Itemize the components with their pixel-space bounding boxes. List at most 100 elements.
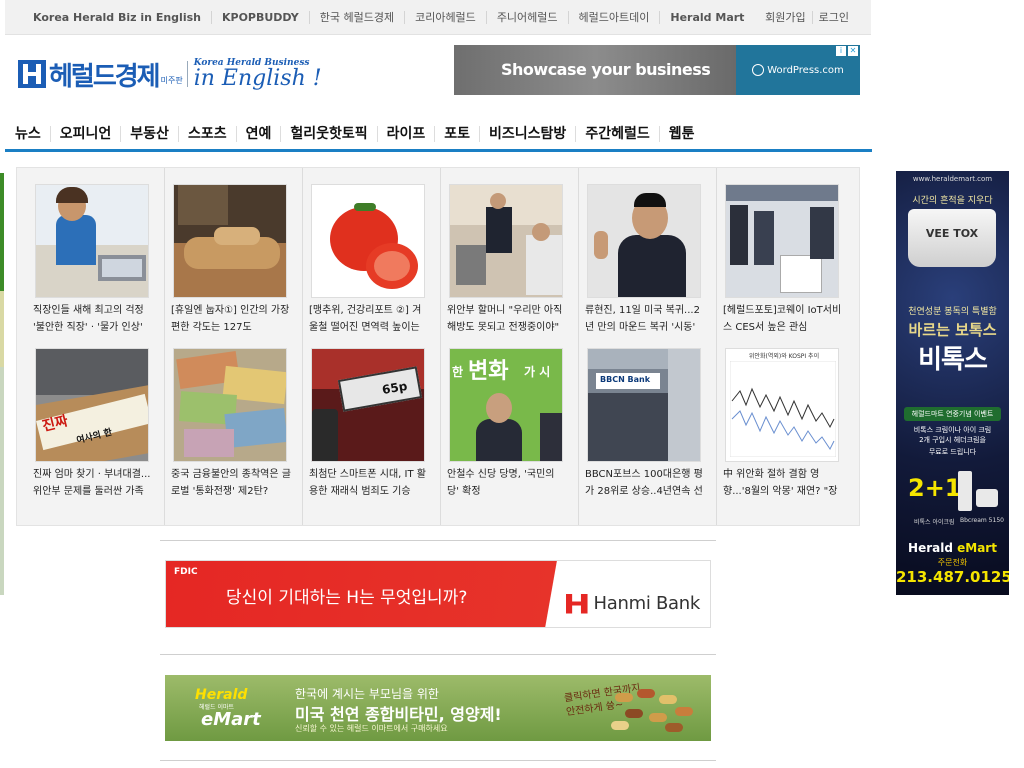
top-link-junior-herald[interactable]: 주니어헤럴드 — [487, 11, 569, 24]
news-item[interactable]: 중국 금융불안의 종착역은 글로벌 '통화전쟁' 제2탄? — [155, 332, 293, 502]
top-ad-brand: WordPress.com — [767, 64, 844, 76]
news-thumbnail[interactable]: 65p — [311, 348, 425, 462]
news-thumbnail[interactable] — [173, 184, 287, 298]
top-ad-photo: Showcase your business — [454, 45, 736, 95]
nav-item-opinion[interactable]: 오피니언 — [51, 125, 122, 142]
top-link-kpopbuddy[interactable]: KPOPBUDDY — [212, 11, 310, 24]
news-item[interactable]: 진짜 여사의 한 진짜 엄마 찾기 · 부녀대결... 위안부 문제를 둘러싼 … — [17, 332, 155, 502]
side-ad-phone: 213.487.0125 — [896, 568, 1009, 586]
page: Korea Herald Biz in English KPOPBUDDY 한국… — [0, 0, 1024, 768]
news-caption[interactable]: 최첨단 스마트폰 시대, IT 활용한 재래식 범죄도 기승 — [309, 466, 429, 500]
hanmi-h-icon — [565, 593, 588, 614]
side-ad-url: www.heraldemart.com — [912, 175, 993, 183]
nav-item-life[interactable]: 라이프 — [378, 125, 436, 142]
news-item[interactable]: 위안화(역외)와 KOSPI 추이 中 위안화 절하 결함 영향...'8월의 … — [707, 332, 845, 502]
site-logo[interactable]: 헤럴드경제 미주판 Korea Herald Business in Engli… — [18, 58, 322, 92]
hanmi-logo: Hanmi Bank — [565, 593, 701, 614]
logo-korean-name: 헤럴드경제 — [49, 61, 161, 92]
nav-item-photo[interactable]: 포토 — [435, 125, 481, 142]
side-ad-product: VEE TOX — [925, 227, 979, 240]
side-ad-tagline: 시간의 흔적을 지우다 — [912, 196, 993, 206]
news-item[interactable]: [휴일엔 눕자①] 인간의 가장 편한 각도는 127도 — [155, 168, 293, 338]
auth-links: 회원가입 로그인 — [759, 0, 855, 35]
news-item[interactable]: [맹추위, 건강리포트 ②] 겨울철 떨어진 면역력 높이는 — [293, 168, 431, 338]
main-nav: 뉴스 오피니언 부동산 스포츠 연예 헐리웃핫토픽 라이프 포토 비즈니스탐방 … — [5, 118, 872, 152]
nav-item-hollywood[interactable]: 헐리웃핫토픽 — [281, 125, 378, 142]
herald-emart-ad[interactable]: Herald 헤럴드 이마트 eMart 한국에 계시는 부모님을 위한 미국 … — [165, 675, 711, 741]
nav-item-entertainment[interactable]: 연예 — [237, 125, 282, 142]
top-link-korea-herald-biz[interactable]: Korea Herald Biz in English — [23, 11, 212, 24]
emart-line3: 신뢰할 수 있는 헤럴드 이마트에서 구매하세요 — [295, 724, 448, 733]
top-link-herald-artday[interactable]: 헤럴드아트데이 — [569, 11, 661, 24]
logo-english-big: in English ! — [193, 65, 322, 91]
news-thumbnail[interactable] — [725, 184, 839, 298]
top-link-korea-herald-econ[interactable]: 한국 헤럴드경제 — [310, 11, 406, 24]
news-caption[interactable]: 직장인들 새해 최고의 걱정 '불안한 직장' · '물가 인상' — [33, 302, 153, 336]
news-item[interactable]: 류현진, 11일 미국 복귀...2년 만의 마운드 복귀 '시동' — [569, 168, 707, 338]
top-ad-headline: Showcase your business — [501, 60, 711, 79]
news-thumbnail[interactable]: 진짜 여사의 한 — [35, 348, 149, 462]
politics-sign-text: 변화 — [468, 359, 509, 384]
politics-sign-small-text: 한 — [452, 365, 464, 379]
news-thumbnail[interactable] — [587, 184, 701, 298]
news-caption[interactable]: [맹추위, 건강리포트 ②] 겨울철 떨어진 면역력 높이는 — [309, 302, 429, 336]
emart-brand-top: Herald — [195, 687, 248, 703]
logo-h-icon — [18, 60, 46, 88]
side-ad-brand-b: eMart — [957, 541, 997, 555]
news-thumbnail[interactable] — [35, 184, 149, 298]
wordpress-logo-icon — [752, 64, 765, 76]
news-thumbnail[interactable] — [449, 184, 563, 298]
nav-item-business[interactable]: 비즈니스탐방 — [480, 125, 577, 142]
side-ad-item2: Bbcream 5150 — [960, 517, 1004, 524]
top-banner-ad[interactable]: Showcase your business WordPress.com i ✕ — [454, 45, 860, 95]
side-ad-detail: 비톡스 크림이나 아이 크림 2개 구입시 헤더크림을 — [896, 425, 1009, 445]
news-item[interactable]: 65p 최첨단 스마트폰 시대, IT 활용한 재래식 범죄도 기승 — [293, 332, 431, 502]
cream-tube-image — [958, 471, 972, 511]
emart-line2: 미국 천연 종합비타민, 영양제! — [295, 705, 502, 724]
side-banner-ad[interactable]: www.heraldemart.com 시간의 흔적을 지우다 VEE TOX … — [896, 171, 1009, 595]
cream-jar-image: VEE TOX — [908, 209, 996, 267]
nav-item-weekly[interactable]: 주간헤럴드 — [576, 125, 660, 142]
top-link-korea-herald[interactable]: 코리아헤럴드 — [405, 11, 487, 24]
news-item[interactable]: 한 변화 가 시 안철수 신당 당명, '국민의 당' 확정 — [431, 332, 569, 502]
news-item[interactable]: [헤럴드포토]코웨이 IoT서비스 CES서 높은 관심 — [707, 168, 845, 338]
cream-tub-image — [976, 489, 998, 507]
nav-item-real-estate[interactable]: 부동산 — [121, 125, 179, 142]
emart-line1: 한국에 계시는 부모님을 위한 — [295, 687, 439, 701]
hanmi-brand: Hanmi Bank — [593, 593, 701, 614]
signup-link[interactable]: 회원가입 — [759, 11, 811, 24]
news-thumbnail[interactable]: BBCN Bank — [587, 348, 701, 462]
bank-sign-text: BBCN Bank — [600, 375, 651, 384]
logo-edition: 미주판 — [160, 76, 183, 85]
news-item[interactable]: BBCN Bank BBCN포브스 100대은행 평가 28위로 상승..4년연… — [569, 332, 707, 502]
news-item[interactable]: 직장인들 새해 최고의 걱정 '불안한 직장' · '물가 인상' — [17, 168, 155, 338]
news-caption[interactable]: 중국 금융불안의 종착역은 글로벌 '통화전쟁' 제2탄? — [171, 466, 291, 500]
hanmi-bank-ad[interactable]: FDIC 당신이 기대하는 H는 무엇입니까? Hanmi Bank — [165, 560, 711, 628]
news-thumbnail[interactable] — [311, 184, 425, 298]
news-thumbnail[interactable]: 한 변화 가 시 — [449, 348, 563, 462]
top-link-herald-mart[interactable]: Herald Mart — [660, 11, 754, 24]
ad-info-icon[interactable]: i — [836, 46, 846, 56]
news-caption[interactable]: 진짜 엄마 찾기 · 부녀대결... 위안부 문제를 둘러싼 가족 — [33, 466, 153, 500]
news-caption[interactable]: 위안부 할머니 "우리만 아직 해방도 못되고 전쟁중이야" — [447, 302, 567, 336]
news-thumbnail[interactable]: 위안화(역외)와 KOSPI 추이 — [725, 348, 839, 462]
news-caption[interactable]: BBCN포브스 100대은행 평가 28위로 상승..4년연속 선 — [585, 466, 705, 500]
nav-item-webtoon[interactable]: 웹툰 — [660, 126, 704, 142]
section-divider — [160, 654, 716, 655]
news-item[interactable]: 위안부 할머니 "우리만 아직 해방도 못되고 전쟁중이야" — [431, 168, 569, 338]
section-divider — [160, 540, 716, 541]
news-caption[interactable]: 안철수 신당 당명, '국민의 당' 확정 — [447, 466, 567, 500]
top-utility-bar: Korea Herald Biz in English KPOPBUDDY 한국… — [5, 0, 871, 35]
nav-item-sports[interactable]: 스포츠 — [179, 125, 237, 142]
left-edge-scrap — [0, 291, 4, 367]
news-caption[interactable]: [휴일엔 눕자①] 인간의 가장 편한 각도는 127도 — [171, 302, 291, 336]
login-link[interactable]: 로그인 — [811, 11, 855, 24]
section-divider — [160, 760, 716, 761]
ad-close-icon[interactable]: ✕ — [848, 46, 858, 56]
news-caption[interactable]: 류현진, 11일 미국 복귀...2년 만의 마운드 복귀 '시동' — [585, 302, 705, 336]
nav-item-news[interactable]: 뉴스 — [5, 125, 51, 142]
news-thumbnail[interactable] — [173, 348, 287, 462]
news-caption[interactable]: 中 위안화 절하 결함 영향...'8월의 악몽' 재연? "장기 악재는 — [723, 466, 843, 500]
vitamin-pills-image — [605, 685, 705, 735]
news-caption[interactable]: [헤럴드포토]코웨이 IoT서비스 CES서 높은 관심 — [723, 302, 843, 336]
